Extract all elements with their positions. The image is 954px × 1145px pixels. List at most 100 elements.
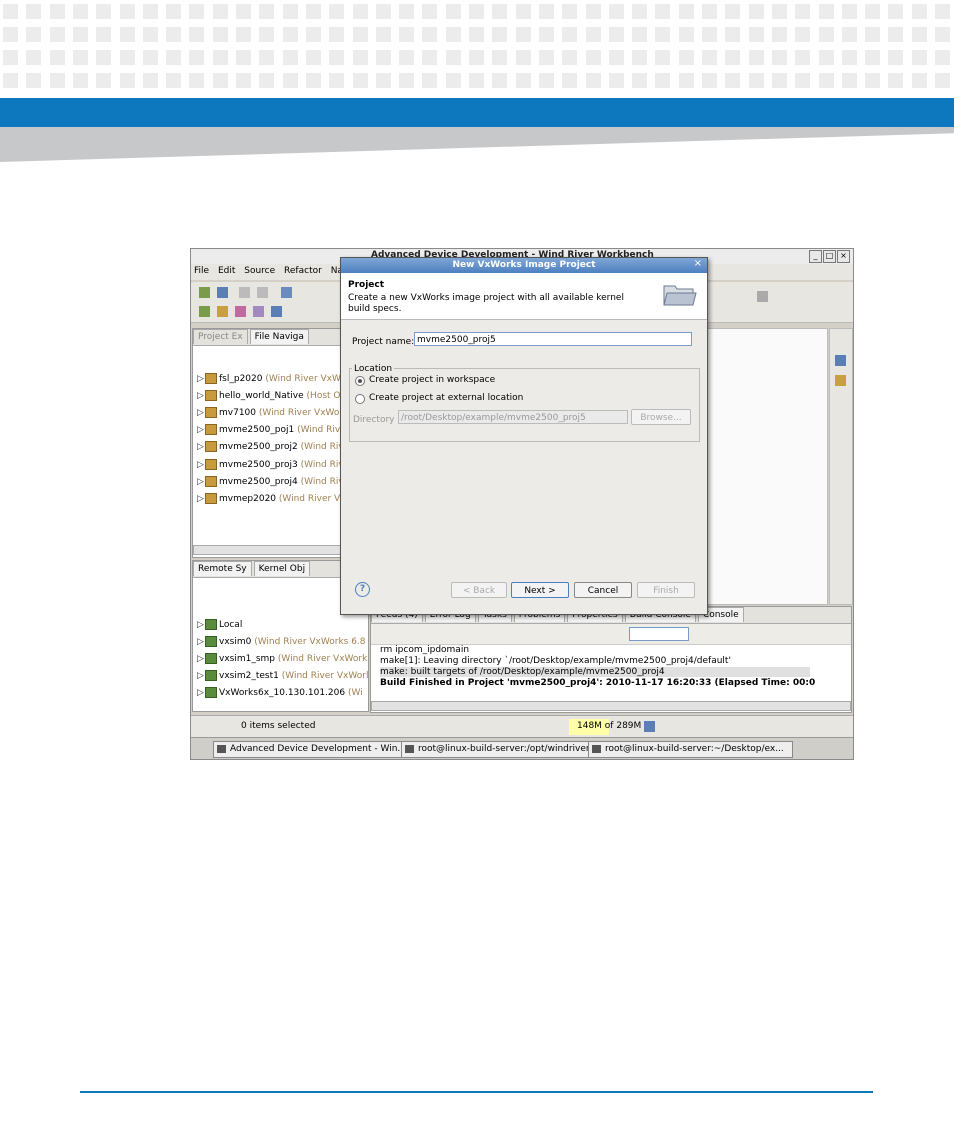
dot — [212, 4, 228, 19]
toolbar-icon[interactable] — [235, 306, 246, 317]
dot — [771, 73, 787, 88]
toolbar-icon[interactable] — [281, 287, 292, 298]
expand-arrow-icon[interactable]: ▷ — [197, 408, 205, 418]
expand-arrow-icon[interactable]: ▷ — [197, 494, 205, 504]
project-icon — [205, 458, 217, 470]
tab-kernel-objects[interactable]: Kernel Obj — [253, 561, 311, 576]
cancel-button[interactable]: Cancel — [574, 582, 632, 598]
horizontal-scrollbar[interactable] — [193, 545, 341, 555]
tree-item[interactable]: ▷ mv7100 (Wind River VxWorks — [197, 407, 353, 419]
tree-item[interactable]: ▷ mvme2500_proj2 (Wind River — [197, 441, 353, 453]
expand-arrow-icon[interactable]: ▷ — [197, 374, 205, 384]
menu-source[interactable]: Source — [244, 266, 275, 276]
dot — [282, 50, 298, 65]
dot — [119, 27, 135, 42]
dot — [422, 27, 438, 42]
tree-item-name: mvmep2020 — [219, 493, 277, 504]
tree-item[interactable]: ▷ mvme2500_proj3 (Wind River — [197, 458, 353, 470]
expand-arrow-icon[interactable]: ▷ — [197, 477, 205, 487]
tree-item[interactable]: ▷ vxsim0 (Wind River VxWorks 6.8 — [197, 636, 366, 647]
dot — [166, 50, 182, 65]
menu-edit[interactable]: Edit — [218, 266, 235, 276]
toolbar-icon[interactable] — [257, 287, 268, 298]
toolbar-icon[interactable] — [217, 306, 228, 317]
browse-button[interactable]: Browse... — [631, 409, 691, 425]
dot — [492, 50, 508, 65]
toolbar-icon[interactable] — [239, 287, 250, 298]
dialog-title: New VxWorks Image Project — [341, 258, 707, 273]
trash-icon[interactable] — [644, 721, 655, 732]
dot — [212, 27, 228, 42]
taskbar-item[interactable]: root@linux-build-server:~/Desktop/ex... — [588, 741, 793, 758]
help-icon[interactable]: ? — [355, 582, 370, 597]
tree-item[interactable]: ▷ hello_world_Native (Host OS ( — [197, 390, 353, 402]
expand-arrow-icon[interactable]: ▷ — [197, 620, 205, 630]
taskbar-item[interactable]: Advanced Device Development - Win... — [213, 741, 416, 758]
dot — [142, 73, 158, 88]
outline-icon[interactable] — [835, 355, 846, 366]
toolbar-icon[interactable] — [253, 306, 264, 317]
toolbar-icon[interactable] — [199, 287, 210, 298]
menu-refactor[interactable]: Refactor — [284, 266, 322, 276]
tree-item[interactable]: ▷ vxsim2_test1 (Wind River VxWorl — [197, 670, 368, 681]
tab-remote-systems[interactable]: Remote Sy — [193, 561, 252, 576]
tab-file-navigator[interactable]: File Naviga — [249, 329, 309, 344]
expand-arrow-icon[interactable]: ▷ — [197, 425, 205, 435]
tree-item[interactable]: ▷ mvmep2020 (Wind River VxV — [197, 492, 352, 504]
radio-external[interactable] — [355, 394, 365, 404]
next-button[interactable]: Next > — [511, 582, 569, 598]
project-name-input[interactable]: mvme2500_proj5 — [414, 332, 692, 346]
perspective-icon[interactable] — [757, 291, 768, 302]
expand-arrow-icon[interactable]: ▷ — [197, 442, 205, 452]
dot — [189, 73, 205, 88]
console-select[interactable] — [629, 627, 689, 641]
dot — [771, 27, 787, 42]
dot — [911, 4, 927, 19]
radio-workspace[interactable] — [355, 376, 365, 386]
menu-file[interactable]: File — [194, 266, 209, 276]
project-icon — [205, 373, 217, 384]
expand-arrow-icon[interactable]: ▷ — [197, 460, 205, 470]
dot — [818, 4, 834, 19]
expand-arrow-icon[interactable]: ▷ — [197, 637, 205, 647]
toolbar-icon[interactable] — [199, 306, 210, 317]
tree-item-detail: (Wi — [347, 688, 363, 698]
dot — [72, 50, 88, 65]
close-icon[interactable]: × — [837, 250, 850, 263]
tab-project-explorer[interactable]: Project Ex — [193, 329, 248, 344]
tree-item-name: mv7100 — [219, 408, 256, 419]
maximize-icon[interactable]: □ — [823, 250, 836, 263]
project-icon — [205, 424, 217, 436]
dot — [469, 27, 484, 42]
taskbar-item[interactable]: root@linux-build-server:/opt/windriver..… — [401, 741, 602, 758]
tree-item[interactable]: ▷ vxsim1_smp (Wind River VxWork — [197, 653, 367, 664]
directory-input[interactable]: /root/Desktop/example/mvme2500_proj5 — [398, 410, 628, 424]
toolbar-icon[interactable] — [217, 287, 228, 298]
dialog-close-icon[interactable]: × — [694, 258, 702, 269]
dot — [888, 73, 904, 88]
back-button[interactable]: < Back — [451, 582, 507, 598]
toolbar-icon[interactable] — [271, 306, 282, 317]
expand-arrow-icon[interactable]: ▷ — [197, 654, 205, 664]
dot — [935, 73, 950, 88]
tree-item[interactable]: ▷ VxWorks6x_10.130.101.206 (Wi — [197, 687, 363, 698]
expand-arrow-icon[interactable]: ▷ — [197, 391, 205, 401]
console-scrollbar[interactable] — [371, 701, 851, 711]
dot — [655, 27, 671, 42]
dot — [469, 50, 484, 65]
expand-arrow-icon[interactable]: ▷ — [197, 671, 205, 681]
dot — [445, 4, 461, 19]
dot — [96, 50, 112, 65]
header-blue-band — [0, 98, 954, 127]
minimize-icon[interactable]: _ — [809, 250, 822, 263]
tree-item[interactable]: ▷ fsl_p2020 (Wind River VxWor — [197, 373, 350, 384]
radio-workspace-label: Create project in workspace — [369, 375, 496, 385]
tree-item[interactable]: ▷ mvme2500_proj4 (Wind River — [197, 475, 353, 487]
expand-arrow-icon[interactable]: ▷ — [197, 688, 205, 698]
pin-icon[interactable] — [835, 375, 846, 386]
dot — [725, 50, 741, 65]
tree-item[interactable]: ▷ Local — [197, 619, 242, 630]
finish-button[interactable]: Finish — [637, 582, 695, 598]
tree-item-detail: (Wind River VxWorks 6.8 — [254, 637, 366, 647]
tree-item[interactable]: ▷ mvme2500_poj1 (Wind River — [197, 424, 349, 436]
